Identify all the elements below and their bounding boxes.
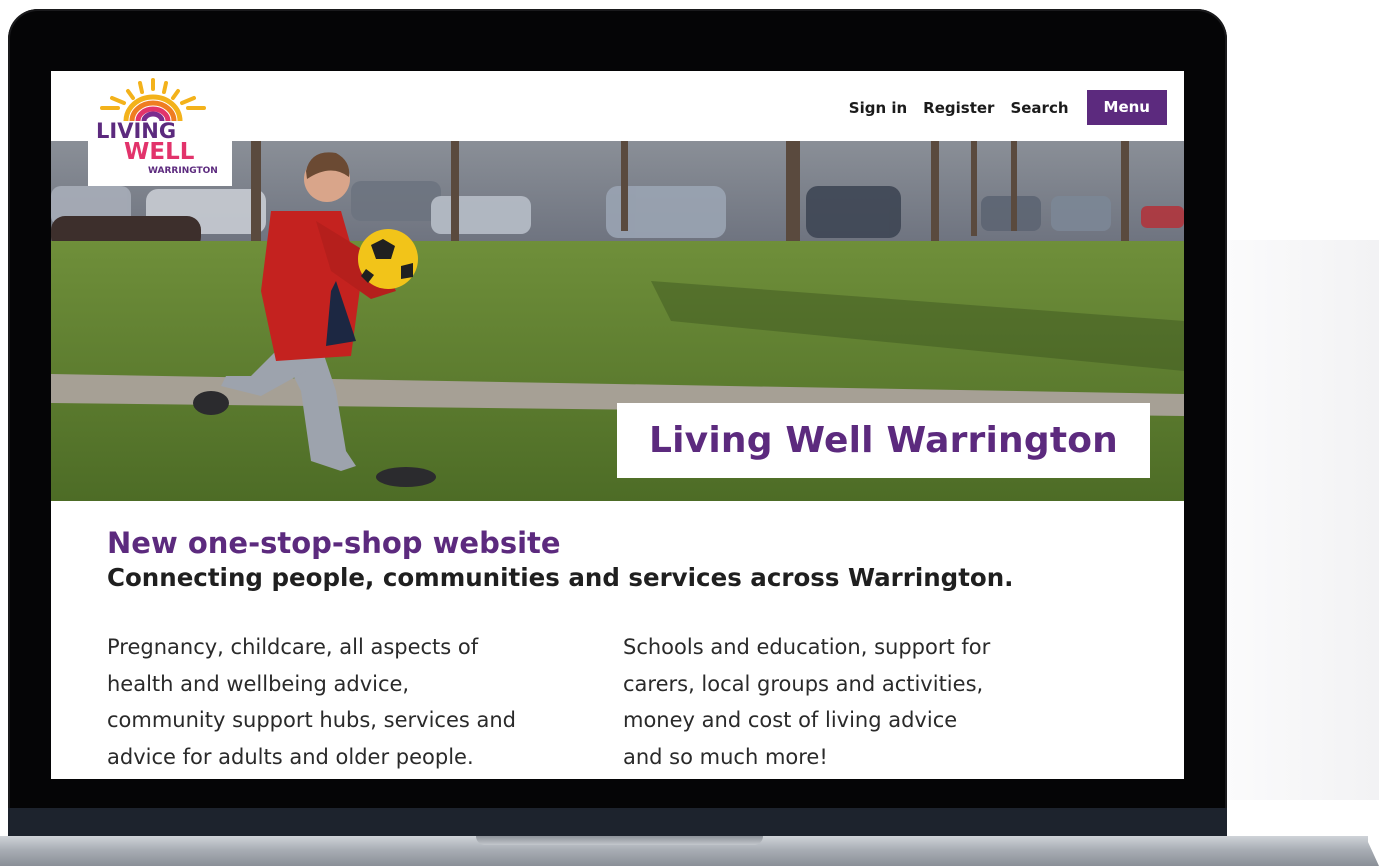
hero-title-box: Living Well Warrington	[617, 403, 1150, 478]
logo-line-well: WELL	[124, 139, 195, 165]
page-subheading: Connecting people, communities and servi…	[107, 563, 1014, 592]
page-headline: New one-stop-shop website	[107, 526, 561, 560]
register-link[interactable]: Register	[923, 99, 994, 117]
menu-button[interactable]: Menu	[1086, 90, 1167, 125]
laptop-opening-notch	[476, 836, 763, 845]
logo-line-warrington: WARRINGTON	[148, 166, 218, 176]
search-link[interactable]: Search	[1010, 99, 1068, 117]
hero-banner: Living Well Warrington	[51, 141, 1184, 501]
site-logo[interactable]: LIVING WELL WARRINGTON	[88, 71, 232, 186]
sign-in-link[interactable]: Sign in	[849, 99, 907, 117]
logo-line-living: LIVING	[96, 119, 177, 143]
hero-title: Living Well Warrington	[648, 420, 1118, 461]
intro-text-right: Schools and education, support for carer…	[623, 635, 991, 769]
intro-content: New one-stop-shop website Connecting peo…	[107, 526, 1167, 769]
intro-text-left: Pregnancy, childcare, all aspects of hea…	[107, 635, 516, 769]
laptop-chin	[8, 808, 1227, 839]
main-nav: Sign in Register Search Menu	[849, 90, 1167, 125]
laptop-screen: Sign in Register Search Menu LIVING WELL…	[51, 71, 1184, 779]
